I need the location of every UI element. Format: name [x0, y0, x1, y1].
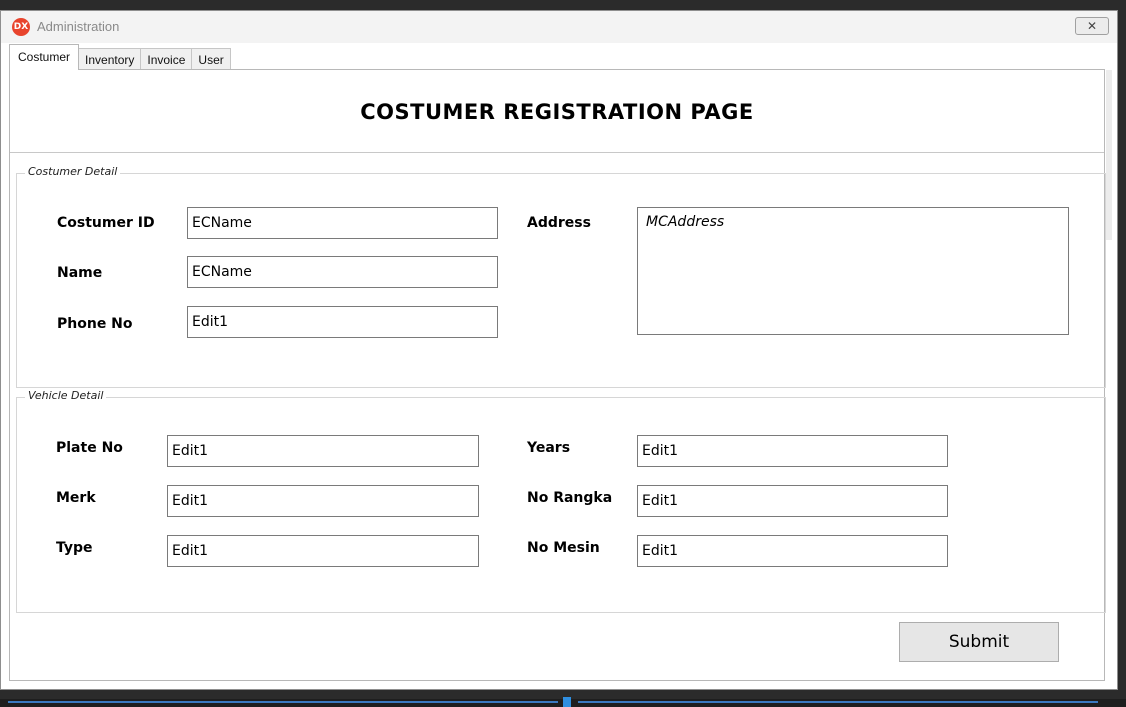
no-mesin-input[interactable]	[637, 535, 948, 567]
progress-line-left	[8, 701, 558, 703]
header-divider	[10, 152, 1104, 153]
tab-inventory[interactable]: Inventory	[78, 48, 142, 70]
name-input[interactable]	[187, 256, 498, 288]
close-button[interactable]: ✕	[1075, 17, 1109, 35]
costumer-id-input[interactable]	[187, 207, 498, 239]
years-input[interactable]	[637, 435, 948, 467]
tab-user[interactable]: User	[191, 48, 231, 70]
title-bar[interactable]: DX Administration ✕	[1, 11, 1117, 43]
plate-no-label: Plate No	[56, 440, 123, 456]
costumer-detail-caption: Costumer Detail	[25, 165, 121, 178]
plate-no-input[interactable]	[167, 435, 479, 467]
vertical-scrollbar[interactable]	[1106, 70, 1112, 240]
splitter-handle[interactable]	[563, 697, 571, 707]
no-mesin-label: No Mesin	[527, 540, 600, 556]
type-input[interactable]	[167, 535, 479, 567]
tab-invoice[interactable]: Invoice	[140, 48, 193, 70]
no-rangka-label: No Rangka	[527, 490, 613, 506]
tab-strip: Costumer Inventory Invoice User	[9, 44, 231, 70]
app-logo-icon: DX	[12, 18, 30, 36]
phone-no-input[interactable]	[187, 306, 498, 338]
submit-button[interactable]: Submit	[899, 622, 1059, 662]
costumer-id-label: Costumer ID	[57, 215, 155, 231]
merk-label: Merk	[56, 490, 96, 506]
tab-costumer[interactable]: Costumer	[9, 44, 80, 70]
administration-window: DX Administration ✕ Costumer Inventory I…	[0, 10, 1118, 690]
address-memo[interactable]: MCAddress	[637, 207, 1069, 335]
phone-no-label: Phone No	[57, 316, 133, 332]
window-title: Administration	[37, 19, 120, 34]
merk-input[interactable]	[167, 485, 479, 517]
no-rangka-input[interactable]	[637, 485, 948, 517]
vehicle-detail-caption: Vehicle Detail	[25, 389, 107, 402]
name-label: Name	[57, 265, 103, 281]
page-title: COSTUMER REGISTRATION PAGE	[360, 100, 754, 124]
address-label: Address	[527, 215, 591, 231]
costumer-tab-panel: COSTUMER REGISTRATION PAGE Costumer Deta…	[9, 69, 1112, 681]
years-label: Years	[527, 440, 571, 456]
type-label: Type	[56, 540, 93, 556]
progress-line-right	[578, 701, 1098, 703]
